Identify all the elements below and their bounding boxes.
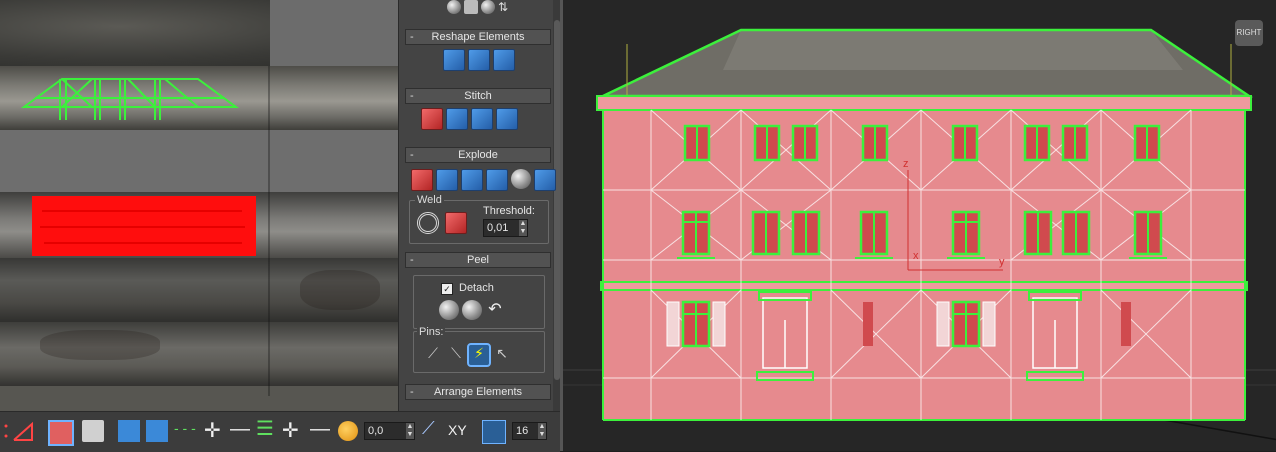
stitch-tools-row <box>421 108 518 130</box>
detach-label: Detach <box>459 282 494 294</box>
quick-peel-icon[interactable] <box>439 300 459 320</box>
spinner-arrows-icon[interactable]: ▲ ▼ <box>519 220 527 236</box>
explode-options-icon[interactable] <box>534 169 556 191</box>
loop-select-icon[interactable]: - - - <box>174 420 196 436</box>
shrink-ring-icon[interactable]: — <box>310 418 330 441</box>
axis-z-label: z <box>903 158 909 170</box>
sphere-map-icon[interactable] <box>481 0 495 14</box>
ring-select-icon[interactable]: ☰ <box>256 416 274 441</box>
peel-tools-row: ↶ <box>439 300 505 320</box>
uv-editor-canvas[interactable] <box>0 0 398 411</box>
uv-editor-toolbar: - - - ✛ — ☰ ✛ — 0,0 ▲ ▼ ⟋ XY 16 ▲ ▼ <box>0 411 560 452</box>
pins-tools-row: ⟋ ⟍ ⚡ ↖ <box>423 343 512 367</box>
reshape-tools-row <box>443 49 515 71</box>
edge-distance-icon[interactable]: ⟋ <box>422 418 435 439</box>
reset-peel-icon[interactable]: ↶ <box>485 300 505 320</box>
grow-ring-icon[interactable]: ✛ <box>282 418 299 443</box>
weld-target-icon[interactable] <box>417 212 439 234</box>
soft-selection-spinner[interactable]: 0,0 ▲ ▼ <box>364 422 415 440</box>
pin-icon[interactable]: ⟋ <box>423 345 443 365</box>
flatten-by-material-icon[interactable] <box>486 169 508 191</box>
soft-selection-icon[interactable] <box>338 421 358 441</box>
relax-until-flat-icon[interactable] <box>468 49 490 71</box>
cube-select-icon[interactable] <box>82 420 104 442</box>
spinner-arrows-icon[interactable]: ▲ ▼ <box>538 423 546 439</box>
detach-checkbox[interactable]: ✓ <box>441 283 453 295</box>
shrink-loop-icon[interactable]: — <box>230 418 250 441</box>
unwrap-modifier-panel: ⇅ - Reshape Elements - Stitch - Explode Wel… <box>398 0 561 411</box>
stitch-custom-icon[interactable] <box>496 108 518 130</box>
grow-selection-icon[interactable] <box>118 420 140 442</box>
auto-pin-icon[interactable]: ⚡ <box>467 343 491 367</box>
pack-icon[interactable] <box>511 169 531 189</box>
flatten-icon[interactable] <box>464 0 478 14</box>
viewcube-right[interactable]: RIGHT <box>1235 20 1263 46</box>
explode-tools-row <box>411 169 556 191</box>
select-pins-icon[interactable]: ↖ <box>492 345 512 365</box>
axis-x-label: x <box>913 250 919 262</box>
weld-selected-icon[interactable] <box>445 212 467 234</box>
building-model[interactable] <box>563 0 1276 451</box>
flatten-by-smoothing-groups-icon[interactable] <box>461 169 483 191</box>
grid-size-spinner[interactable]: 16 ▲ ▼ <box>512 422 547 440</box>
stitch-to-target-icon[interactable] <box>421 108 443 130</box>
circle-icon[interactable] <box>493 49 515 71</box>
freeform-select-icon[interactable] <box>2 420 44 442</box>
rollout-explode[interactable]: - Explode <box>405 147 551 163</box>
stitch-average-icon[interactable] <box>446 108 468 130</box>
xy-label[interactable]: XY <box>448 422 467 438</box>
viewport-right[interactable]: z x y RIGHT <box>560 0 1276 451</box>
rollout-arrange-elements[interactable]: - Arrange Elements <box>405 384 551 400</box>
grid-snap-icon[interactable] <box>482 420 506 444</box>
stitch-to-source-icon[interactable] <box>471 108 493 130</box>
relax-icon[interactable] <box>447 0 461 14</box>
threshold-label: Threshold: <box>483 205 535 217</box>
pins-group-label: Pins: <box>417 326 446 338</box>
rollout-stitch[interactable]: - Stitch <box>405 88 551 104</box>
uv-shell-red[interactable] <box>32 196 256 256</box>
shrink-selection-icon[interactable] <box>146 420 168 442</box>
break-icon[interactable] <box>411 169 433 191</box>
peel-mode-icon[interactable] <box>462 300 482 320</box>
rollout-reshape-elements[interactable]: - Reshape Elements <box>405 29 551 45</box>
rollout-peel[interactable]: - Peel <box>405 252 551 268</box>
threshold-spinner[interactable]: 0,01 ▲ ▼ <box>483 219 528 237</box>
weld-group-label: Weld <box>415 194 444 206</box>
sort-icon[interactable]: ⇅ <box>498 0 508 14</box>
flatten-by-polygon-angle-icon[interactable] <box>436 169 458 191</box>
spinner-arrows-icon[interactable]: ▲ ▼ <box>406 423 414 439</box>
polygon-select-icon[interactable] <box>48 420 74 446</box>
grow-loop-icon[interactable]: ✛ <box>204 418 221 443</box>
straighten-icon[interactable] <box>443 49 465 71</box>
top-tools-row: ⇅ <box>447 0 508 14</box>
axis-y-label: y <box>999 256 1005 268</box>
unpin-icon[interactable]: ⟍ <box>446 345 466 365</box>
